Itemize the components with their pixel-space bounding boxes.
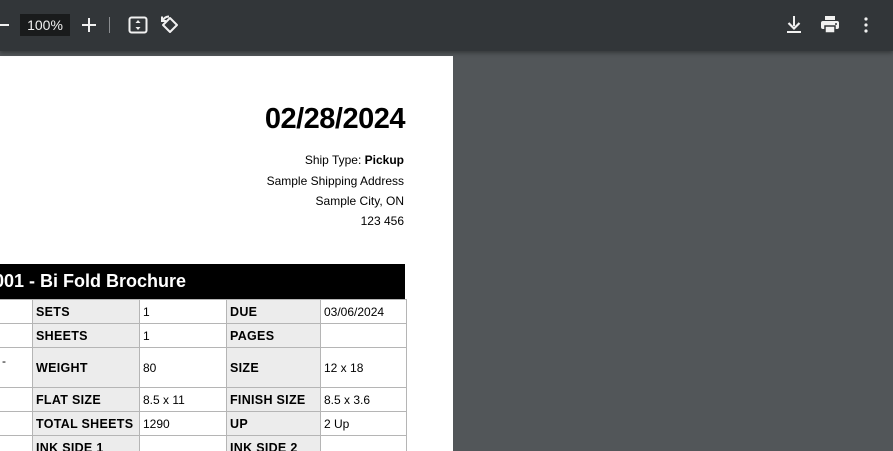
table-cell-label: SHEETS <box>32 323 140 348</box>
job-title: 001 - Bi Fold Brochure <box>0 271 187 291</box>
zoom-in-icon[interactable] <box>80 14 98 36</box>
more-options-icon[interactable] <box>855 14 877 36</box>
table-cell-label: FLAT SIZE <box>32 387 140 412</box>
table-cell-label: PAGES <box>226 323 321 348</box>
table-cell-value: 1 <box>139 323 227 348</box>
table-cell-label: INK SIDE 1 <box>32 435 140 451</box>
table-cell-value: 2 Up <box>320 411 407 436</box>
address-line-2: Sample City, ON <box>315 194 404 208</box>
table-cell <box>0 299 33 324</box>
table-cell-value: 8.5 x 3.6 <box>320 387 407 412</box>
table-row: SETS 1 DUE 03/06/2024 <box>0 299 407 324</box>
fit-to-page-icon[interactable] <box>127 14 149 36</box>
table-cell-label: UP <box>226 411 321 436</box>
table-cell-value: 12 x 18 <box>320 347 407 388</box>
rotate-icon[interactable] <box>159 14 181 36</box>
zoom-level-field[interactable]: 100% <box>20 14 70 36</box>
table-cell-value: 1290 <box>139 411 227 436</box>
job-title-bar: 001 - Bi Fold Brochure <box>0 264 405 299</box>
job-specs-table: SETS 1 DUE 03/06/2024 SHEETS 1 PAGES - W… <box>0 299 407 451</box>
table-cell-value <box>320 323 407 348</box>
toolbar-divider <box>109 17 110 33</box>
address-line-3: 123 456 <box>360 214 404 228</box>
ship-type-value: Pickup <box>364 153 404 167</box>
table-row: FLAT SIZE 8.5 x 11 FINISH SIZE 8.5 x 3.6 <box>0 387 407 412</box>
table-cell-label: FINISH SIZE <box>226 387 321 412</box>
table-cell-label: WEIGHT <box>32 347 140 388</box>
table-cell-value: 1 <box>139 299 227 324</box>
download-icon[interactable] <box>783 14 805 36</box>
table-row: INK SIDE 1 INK SIDE 2 <box>0 435 407 451</box>
table-row: TOTAL SHEETS 1290 UP 2 Up <box>0 411 407 436</box>
table-cell-label: DUE <box>226 299 321 324</box>
table-cell-value: 8.5 x 11 <box>139 387 227 412</box>
table-cell-fragment: - <box>0 347 33 388</box>
print-icon[interactable] <box>819 14 841 36</box>
address-line-1: Sample Shipping Address <box>266 174 404 188</box>
table-cell-label: SIZE <box>226 347 321 388</box>
table-cell-label: SETS <box>32 299 140 324</box>
table-cell-value: 03/06/2024 <box>320 299 407 324</box>
zoom-out-icon[interactable] <box>0 14 12 36</box>
pdf-page: 02/28/2024 Ship Type: Pickup Sample Ship… <box>0 56 453 451</box>
table-cell-value: 80 <box>139 347 227 388</box>
table-row: - WEIGHT 80 SIZE 12 x 18 <box>0 347 407 388</box>
table-cell <box>0 435 33 451</box>
document-date: 02/28/2024 <box>264 103 406 135</box>
ship-type-label: Ship Type: <box>304 153 365 167</box>
table-cell-label: TOTAL SHEETS <box>32 411 140 436</box>
table-row: SHEETS 1 PAGES <box>0 323 407 348</box>
table-cell <box>0 323 33 348</box>
table-cell-value <box>320 435 407 451</box>
table-cell <box>0 411 33 436</box>
ship-type: Ship Type: Pickup <box>305 153 404 167</box>
table-cell-label: INK SIDE 2 <box>226 435 321 451</box>
table-cell <box>0 387 33 412</box>
table-cell-value <box>139 435 227 451</box>
pdf-toolbar: 100% <box>0 0 893 51</box>
